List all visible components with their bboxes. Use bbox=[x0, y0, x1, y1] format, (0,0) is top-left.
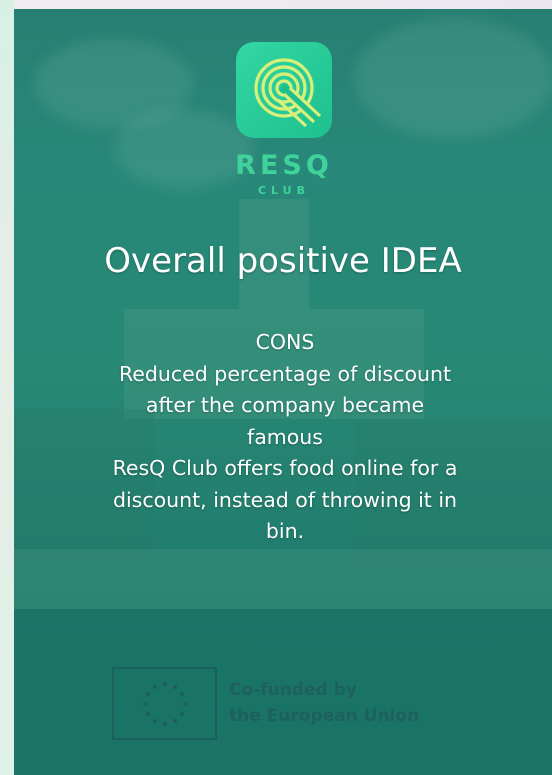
slide: RESQ CLUB Overall positive IDEA CONS Red… bbox=[14, 9, 552, 775]
body-line: Reduced percentage of discount bbox=[118, 361, 452, 386]
eu-text-line: the European Union bbox=[229, 706, 420, 726]
slide-headline: Overall positive IDEA bbox=[104, 241, 462, 281]
brand-subtitle: CLUB bbox=[257, 184, 310, 197]
eu-flag-icon bbox=[142, 681, 187, 726]
brand-name: RESQ bbox=[235, 150, 333, 181]
body-line: ResQ Club offers food online for a bbox=[112, 456, 458, 480]
left-edge-strip bbox=[0, 0, 14, 775]
body-line: famous bbox=[247, 424, 323, 449]
eu-text-line: Co-funded by bbox=[229, 680, 357, 700]
resq-logo bbox=[236, 42, 332, 138]
body-line: discount, instead of throwing it in bbox=[112, 487, 458, 512]
eu-funding-text: Co-funded by the European Union bbox=[229, 677, 509, 729]
body-line: bin. bbox=[265, 519, 305, 543]
top-bar bbox=[0, 0, 552, 9]
body-line: CONS bbox=[255, 330, 315, 354]
slide-body: CONS Reduced percentage of discount afte… bbox=[54, 327, 516, 548]
resq-q-logo-icon bbox=[254, 58, 322, 128]
body-line: after the company became bbox=[145, 393, 425, 417]
eu-flag bbox=[112, 667, 217, 740]
